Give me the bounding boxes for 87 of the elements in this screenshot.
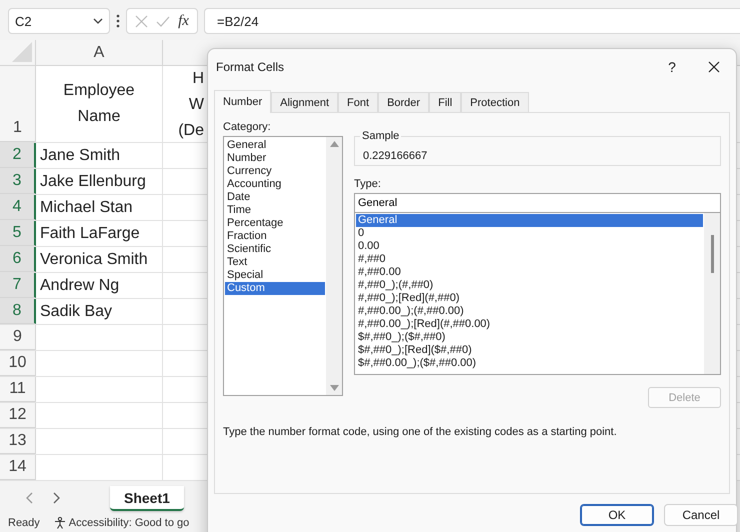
select-all-icon[interactable] xyxy=(12,42,32,62)
table-cell: Veronica Smith xyxy=(36,247,163,272)
next-sheet-icon[interactable] xyxy=(52,492,62,504)
format-code-list[interactable]: General 0 0.00 #,##0 #,##0.00 #,##0_);(#,##0) #,##0_);[Red](#,##0) #,##0.00_);(#,##0.00) #,##0.00_);[Red](#,##0.00) $#,##0_);($#,##0) $#,##0_);[Red]($#,##0) $#,##0.00_);($#,##0.00) xyxy=(354,213,721,375)
row-header[interactable]: 10 xyxy=(0,351,36,376)
row-header[interactable]: 11 xyxy=(0,377,36,402)
tab[interactable]: Alignment xyxy=(271,92,338,112)
row-header[interactable]: 2 xyxy=(0,143,36,168)
accessibility-icon xyxy=(54,517,66,529)
list-item[interactable]: Accounting xyxy=(225,178,325,191)
list-item[interactable]: $#,##0_);($#,##0) xyxy=(356,331,703,344)
more-icon[interactable] xyxy=(116,14,120,28)
group-label: Sample xyxy=(360,130,402,142)
table-cell: Jane Smith xyxy=(36,143,163,168)
table-cell: Faith LaFarge xyxy=(36,221,163,246)
check-icon[interactable] xyxy=(156,16,170,26)
list-item[interactable]: $#,##0.00_);($#,##0.00) xyxy=(356,357,703,370)
row-header[interactable]: 14 xyxy=(0,455,36,480)
table-cell: Employee Name xyxy=(36,66,163,142)
tab[interactable]: Font xyxy=(338,92,378,112)
scrollbar[interactable] xyxy=(326,137,342,395)
header-text: H xyxy=(192,69,204,89)
sheet-tab[interactable]: Sheet1 xyxy=(110,486,184,510)
category-list[interactable]: General Number Currency Accounting Date Time Percentage Fraction Scientific Text Special Custom xyxy=(223,136,343,396)
row-header[interactable]: 5 xyxy=(0,221,36,246)
list-item[interactable]: #,##0.00_);[Red](#,##0.00) xyxy=(356,318,703,331)
tab[interactable]: Protection xyxy=(461,92,529,112)
formula-field[interactable]: =B2/24 xyxy=(204,8,740,34)
list-item[interactable]: Custom xyxy=(225,282,325,295)
list-item[interactable]: Date xyxy=(225,191,325,204)
list-item[interactable]: Special xyxy=(225,269,325,282)
row-header[interactable]: 12 xyxy=(0,403,36,428)
name-box[interactable]: C2 xyxy=(8,8,110,34)
table-cell: Jake Ellenburg xyxy=(36,169,163,194)
close-icon xyxy=(708,61,720,73)
list-item[interactable]: Scientific xyxy=(225,243,325,256)
insert-function-button[interactable]: fx xyxy=(178,12,189,30)
list-item[interactable]: Percentage xyxy=(225,217,325,230)
dialog-title: Format Cells xyxy=(216,60,286,74)
list-item[interactable]: 0.00 xyxy=(356,240,703,253)
column-header[interactable]: A xyxy=(36,40,163,65)
chevron-icon xyxy=(93,18,103,24)
status-text: Ready xyxy=(8,517,40,529)
header-text: W xyxy=(188,95,204,115)
scrollbar[interactable] xyxy=(704,213,720,374)
list-item[interactable]: #,##0_);[Red](#,##0) xyxy=(356,292,703,305)
row-header[interactable]: 3 xyxy=(0,169,36,194)
tab[interactable]: Number xyxy=(214,90,272,113)
cancel-button[interactable]: Cancel xyxy=(664,504,738,526)
row-header[interactable]: 1 xyxy=(0,66,36,142)
row-header[interactable]: 13 xyxy=(0,429,36,454)
list-item[interactable]: #,##0_);(#,##0) xyxy=(356,279,703,292)
tab[interactable]: Border xyxy=(378,92,430,112)
list-item[interactable]: 0 xyxy=(356,227,703,240)
row-header[interactable]: 8 xyxy=(0,299,36,324)
list-item[interactable]: Currency xyxy=(225,165,325,178)
up-arrow-icon[interactable] xyxy=(330,141,338,147)
cancel-icon[interactable] xyxy=(135,14,148,28)
field-label: Category: xyxy=(223,121,272,133)
previous-sheet-icon[interactable] xyxy=(24,492,34,504)
sample-value: 0.229166667 xyxy=(363,150,428,162)
list-item[interactable]: $#,##0_);[Red]($#,##0) xyxy=(356,344,703,357)
list-item[interactable]: General xyxy=(356,214,703,227)
header-text: (De xyxy=(178,121,204,141)
field-label: Type: xyxy=(354,178,382,190)
row-header[interactable]: 6 xyxy=(0,247,36,272)
type-field[interactable]: General xyxy=(354,193,721,213)
status-text[interactable]: Accessibility: Good to go xyxy=(68,517,190,529)
list-item[interactable]: Text xyxy=(225,256,325,269)
help-button[interactable]: ? xyxy=(652,58,692,76)
list-item[interactable]: Fraction xyxy=(225,230,325,243)
table-cell: Andrew Ng xyxy=(36,273,163,298)
list-item[interactable]: General xyxy=(225,139,325,152)
description-text: Type the number format code, using one of the existing codes as a starting point. xyxy=(223,426,618,438)
row-header[interactable]: 4 xyxy=(0,195,36,220)
list-item[interactable]: #,##0.00 xyxy=(356,266,703,279)
list-item[interactable]: #,##0.00_);(#,##0.00) xyxy=(356,305,703,318)
list-item[interactable]: #,##0 xyxy=(356,253,703,266)
tab[interactable]: Fill xyxy=(429,92,462,112)
table-cell: Sadik Bay xyxy=(36,299,163,324)
row-header[interactable]: 7 xyxy=(0,273,36,298)
ok-button[interactable]: OK xyxy=(580,504,654,526)
down-arrow-icon[interactable] xyxy=(330,385,338,391)
list-item[interactable]: Time xyxy=(225,204,325,217)
list-item[interactable]: Number xyxy=(225,152,325,165)
row-header[interactable]: 9 xyxy=(0,325,36,350)
table-cell: Michael Stan xyxy=(36,195,163,220)
